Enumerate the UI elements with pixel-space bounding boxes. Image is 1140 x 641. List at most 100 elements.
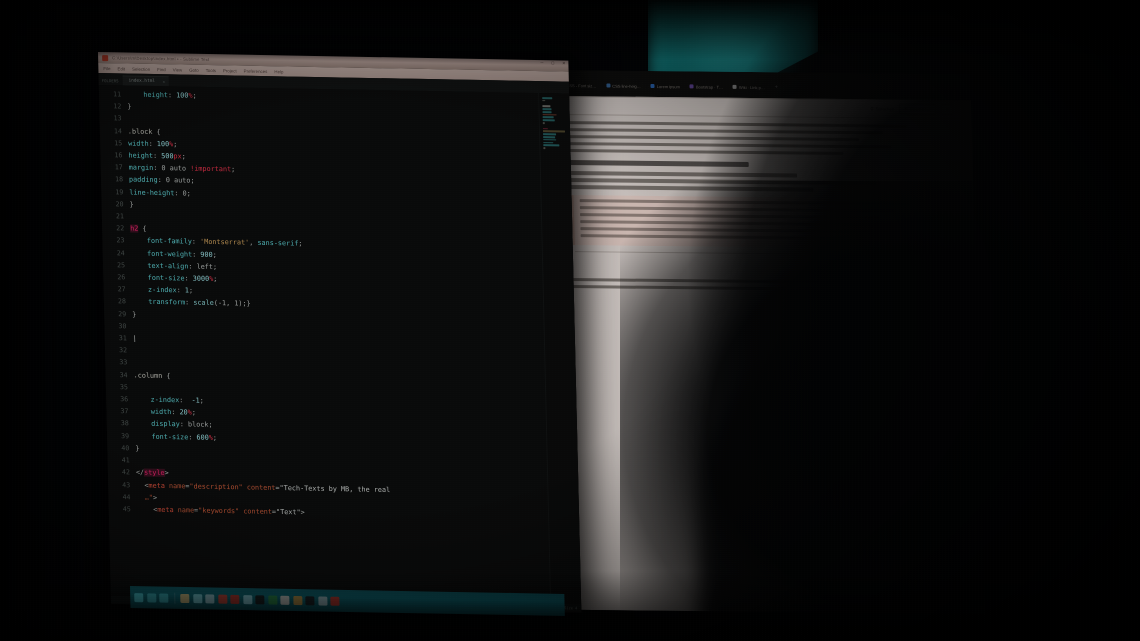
store-icon[interactable] [192, 593, 202, 603]
chrome-icon[interactable] [255, 594, 265, 604]
recorder-icon[interactable] [330, 596, 340, 606]
code-token: ; [199, 396, 204, 405]
minimap-row [542, 105, 551, 108]
close-icon[interactable]: ✕ [562, 61, 565, 67]
line-number: 24 [116, 248, 125, 257]
line-number: 40 [121, 444, 130, 453]
code-token: { [138, 224, 147, 233]
browser-tab[interactable]: Lorem ipsum [650, 83, 680, 89]
code-token: : [153, 164, 162, 173]
language-button[interactable]: ⚲ Sprachen [870, 106, 894, 112]
minimap-row [542, 108, 552, 110]
code-area[interactable]: height: 100%;} .block {width: 100%; heigh… [125, 85, 551, 611]
menu-item-find[interactable]: Find [157, 67, 166, 72]
photoshop-icon[interactable] [205, 593, 215, 604]
article-body [557, 115, 976, 292]
more-options-button[interactable]: ⚙ [941, 104, 954, 116]
menu-item-goto[interactable]: Goto [189, 67, 199, 72]
code-token: margin [128, 163, 154, 173]
code-token: : [152, 151, 162, 161]
edit-button[interactable]: ✎ Bearbeiten [899, 103, 937, 115]
minimap-row [542, 113, 558, 116]
code-token: | [132, 334, 137, 343]
code-token: ; [188, 286, 194, 295]
menu-item-view[interactable]: View [173, 67, 183, 72]
acrobat-icon[interactable] [230, 594, 240, 604]
search-icon[interactable] [146, 592, 156, 602]
line-number: 11 [112, 90, 122, 99]
code-token: 3000 [192, 274, 210, 283]
minimap-row [542, 119, 555, 122]
code-token: "Tech-Texts by MB, the real [279, 483, 391, 494]
code-token: !important [190, 164, 232, 174]
illustrator-icon[interactable] [217, 594, 227, 604]
menu-item-help[interactable]: Help [274, 69, 283, 74]
minimap-row [543, 133, 557, 136]
menu-item-tools[interactable]: Tools [206, 67, 216, 72]
line-number: 28 [117, 297, 126, 306]
line-number: 20 [115, 200, 124, 209]
pencil-icon: ✎ [904, 106, 909, 112]
menu-item-file[interactable]: File [103, 66, 110, 71]
menu-item-project[interactable]: Project [223, 68, 237, 73]
text-line [566, 171, 797, 178]
line-number: 35 [119, 383, 128, 392]
new-tab-icon[interactable]: + [775, 84, 778, 90]
menu-item-edit[interactable]: Edit [117, 66, 125, 71]
line-number: 33 [119, 358, 128, 367]
article-paragraph [565, 121, 962, 156]
explorer-icon[interactable] [180, 593, 190, 603]
skype-icon[interactable] [305, 595, 315, 605]
line-number: 13 [113, 114, 122, 123]
line-number: 14 [113, 126, 122, 135]
start-icon[interactable] [134, 592, 144, 602]
tab-close-icon[interactable]: × [163, 79, 166, 84]
text-line [580, 233, 866, 241]
code-token: left [196, 262, 214, 271]
code-token: text-align [130, 261, 189, 271]
code-token: z-index [131, 285, 177, 295]
sublime-text-window: C:\Users\m\Desktop\index.html • - Sublim… [98, 52, 582, 613]
taskview-icon[interactable] [159, 593, 169, 603]
language-label: Sprachen [875, 106, 895, 112]
browser-tab[interactable]: CSS line-heig… [606, 83, 641, 88]
line-number: 16 [114, 151, 123, 160]
spotify-icon[interactable] [267, 595, 277, 605]
text-line [567, 178, 877, 185]
line-number: 22 [116, 224, 125, 233]
line-number: 39 [121, 431, 130, 440]
text-line [565, 121, 907, 129]
text-line [569, 284, 856, 291]
browser-tab-strip[interactable]: CSS - Font siz… CSS line-heig… Lorem ipsum… [560, 82, 778, 90]
firefox-icon[interactable] [292, 595, 302, 605]
text-line [580, 226, 888, 234]
terminal-icon[interactable] [317, 595, 328, 606]
line-number: 34 [119, 370, 128, 379]
minimap-row [542, 99, 546, 102]
maximize-icon[interactable]: ◻ [551, 60, 554, 66]
line-number: 15 [114, 139, 123, 148]
code-token: padding [128, 175, 158, 185]
code-token: > [300, 508, 305, 517]
minimize-icon[interactable]: – [540, 60, 543, 66]
line-number: 45 [122, 505, 131, 514]
text-line [566, 142, 892, 149]
minimap-row [542, 122, 546, 124]
menu-item-selection[interactable]: Selection [132, 66, 150, 71]
window-controls[interactable]: – ◻ ✕ [540, 60, 565, 67]
code-token: 0 auto [161, 164, 191, 173]
tab-label: index.html [128, 78, 156, 85]
browser-tab[interactable]: Wiki · Link p… [732, 84, 765, 90]
telegram-icon[interactable] [242, 594, 252, 604]
code-token: "description" [189, 481, 243, 491]
code-token: ; [213, 275, 218, 284]
code-token: …" [136, 493, 153, 502]
code-token: z-index [134, 395, 180, 405]
line-number: 29 [118, 309, 127, 318]
sublime-icon[interactable] [280, 595, 290, 605]
code-token: name [164, 481, 186, 490]
menu-item-preferences[interactable]: Preferences [244, 68, 268, 73]
browser-tab[interactable]: Bootstrap · T… [689, 84, 723, 89]
globe-icon: ⚲ [870, 105, 874, 111]
section-heading [566, 160, 749, 168]
